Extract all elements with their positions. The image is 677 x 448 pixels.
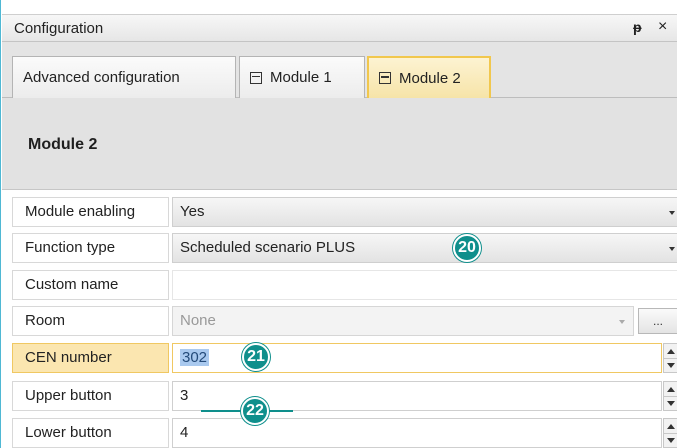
- tab-label: Module 1: [270, 69, 332, 86]
- configuration-panel: Configuration ᵽ × Advanced configuration…: [0, 0, 677, 448]
- spin-up-icon[interactable]: [667, 424, 675, 429]
- chevron-down-icon[interactable]: [669, 211, 675, 215]
- panel-title-bar: Configuration ᵽ ×: [2, 14, 677, 42]
- spin-up-icon[interactable]: [667, 349, 675, 354]
- property-row-upper-button: Upper button 3: [2, 381, 677, 411]
- property-label: Lower button: [12, 418, 169, 448]
- pin-icon[interactable]: ᵽ: [633, 19, 642, 35]
- callout-21: 21: [242, 343, 270, 371]
- property-label: Module enabling: [12, 197, 169, 227]
- module-enabling-dropdown[interactable]: Yes: [172, 197, 677, 227]
- property-label: Room: [12, 306, 169, 336]
- spin-down-icon[interactable]: [667, 401, 675, 406]
- chevron-down-icon: [619, 320, 625, 324]
- lower-button-input[interactable]: 4: [172, 418, 662, 448]
- property-row-custom-name: Custom name: [2, 270, 677, 300]
- dropdown-value: Yes: [180, 203, 205, 220]
- function-type-dropdown[interactable]: Scheduled scenario PLUS: [172, 233, 677, 263]
- section-header: Module 2: [2, 98, 677, 190]
- room-browse-button[interactable]: ...: [638, 308, 677, 334]
- close-icon[interactable]: ×: [658, 18, 667, 36]
- panel-title: Configuration: [14, 20, 104, 37]
- tab-label: Module 2: [399, 69, 461, 87]
- callout-20: 20: [453, 234, 481, 262]
- chevron-down-icon[interactable]: [669, 247, 675, 251]
- custom-name-input[interactable]: [172, 270, 677, 300]
- property-row-room: Room None ...: [2, 306, 677, 336]
- callout-22: 22: [241, 397, 269, 425]
- property-label: Custom name: [12, 270, 169, 300]
- dropdown-value: None: [180, 312, 216, 329]
- tab-advanced-configuration[interactable]: Advanced configuration: [12, 56, 236, 98]
- property-label: CEN number: [12, 343, 169, 373]
- tab-label: Advanced configuration: [23, 69, 180, 86]
- tab-module-1[interactable]: Module 1: [239, 56, 365, 98]
- cen-number-stepper[interactable]: [663, 343, 677, 373]
- property-row-module-enabling: Module enabling Yes: [2, 197, 677, 227]
- property-row-lower-button: Lower button 4: [2, 418, 677, 448]
- property-label: Function type: [12, 233, 169, 263]
- upper-button-stepper[interactable]: [663, 381, 677, 411]
- lower-button-stepper[interactable]: [663, 418, 677, 448]
- spin-down-icon[interactable]: [667, 363, 675, 368]
- callout-leader-line: [269, 410, 293, 412]
- module-icon: [250, 71, 262, 84]
- property-row-cen-number: CEN number 302: [2, 343, 677, 373]
- tab-module-2[interactable]: Module 2: [367, 56, 491, 98]
- room-dropdown: None: [172, 306, 634, 336]
- property-row-function-type: Function type Scheduled scenario PLUS: [2, 233, 677, 263]
- callout-leader-line: [201, 410, 241, 412]
- spin-up-icon[interactable]: [667, 387, 675, 392]
- module-icon: [379, 72, 391, 84]
- selected-value: 302: [180, 349, 210, 366]
- dropdown-value: Scheduled scenario PLUS: [180, 239, 356, 256]
- tab-strip: Advanced configuration Module 1 Module 2: [2, 42, 677, 98]
- property-label: Upper button: [12, 381, 169, 411]
- section-title: Module 2: [28, 136, 98, 153]
- spin-down-icon[interactable]: [667, 438, 675, 443]
